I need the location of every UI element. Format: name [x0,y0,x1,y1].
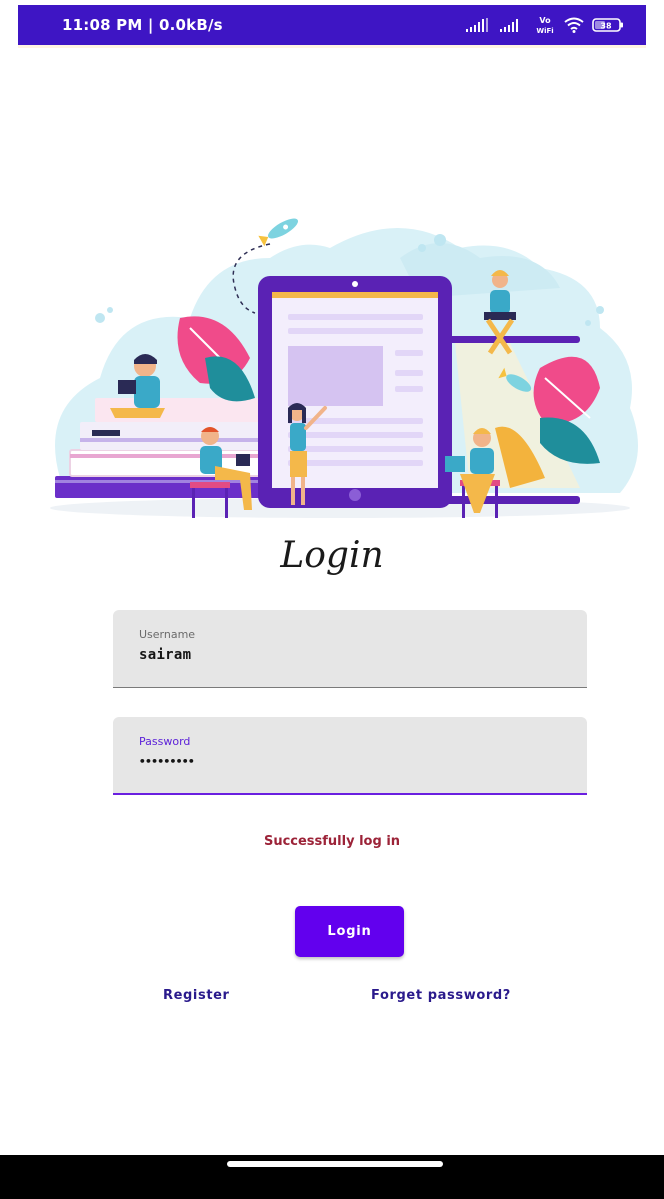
status-bar-underline [18,45,646,48]
username-field[interactable]: Username sairam [113,610,587,688]
password-label: Password [139,735,191,748]
status-bar: 11:08 PM | 0.0kB/s Vo WiFi 38 [18,5,646,45]
vowifi-bottom-text: WiFi [536,27,553,35]
people-tablet-illustration [50,218,638,518]
vowifi-icon: Vo WiFi [536,16,553,35]
login-screen: 11:08 PM | 0.0kB/s Vo WiFi 38 Login User… [0,0,664,1199]
password-field[interactable]: Password ••••••••• [113,717,587,795]
vowifi-top-text: Vo [539,16,551,25]
home-indicator[interactable] [227,1161,443,1167]
username-label: Username [139,628,196,641]
register-link[interactable]: Register [163,988,230,1003]
login-title: Login [280,535,384,576]
battery-level: 38 [600,22,612,31]
password-input[interactable]: ••••••••• [139,753,587,771]
status-icons: Vo WiFi 38 [466,15,624,35]
login-button[interactable]: Login [295,906,404,957]
signal-icon [500,19,518,32]
wifi-icon [564,17,584,33]
login-status-message: Successfully log in [263,834,401,849]
status-time-speed: 11:08 PM | 0.0kB/s [62,16,223,34]
battery-icon: 38 [592,18,623,32]
username-input[interactable]: sairam [139,646,587,664]
signal-icon [466,18,488,32]
forgot-password-link[interactable]: Forget password? [371,988,511,1003]
